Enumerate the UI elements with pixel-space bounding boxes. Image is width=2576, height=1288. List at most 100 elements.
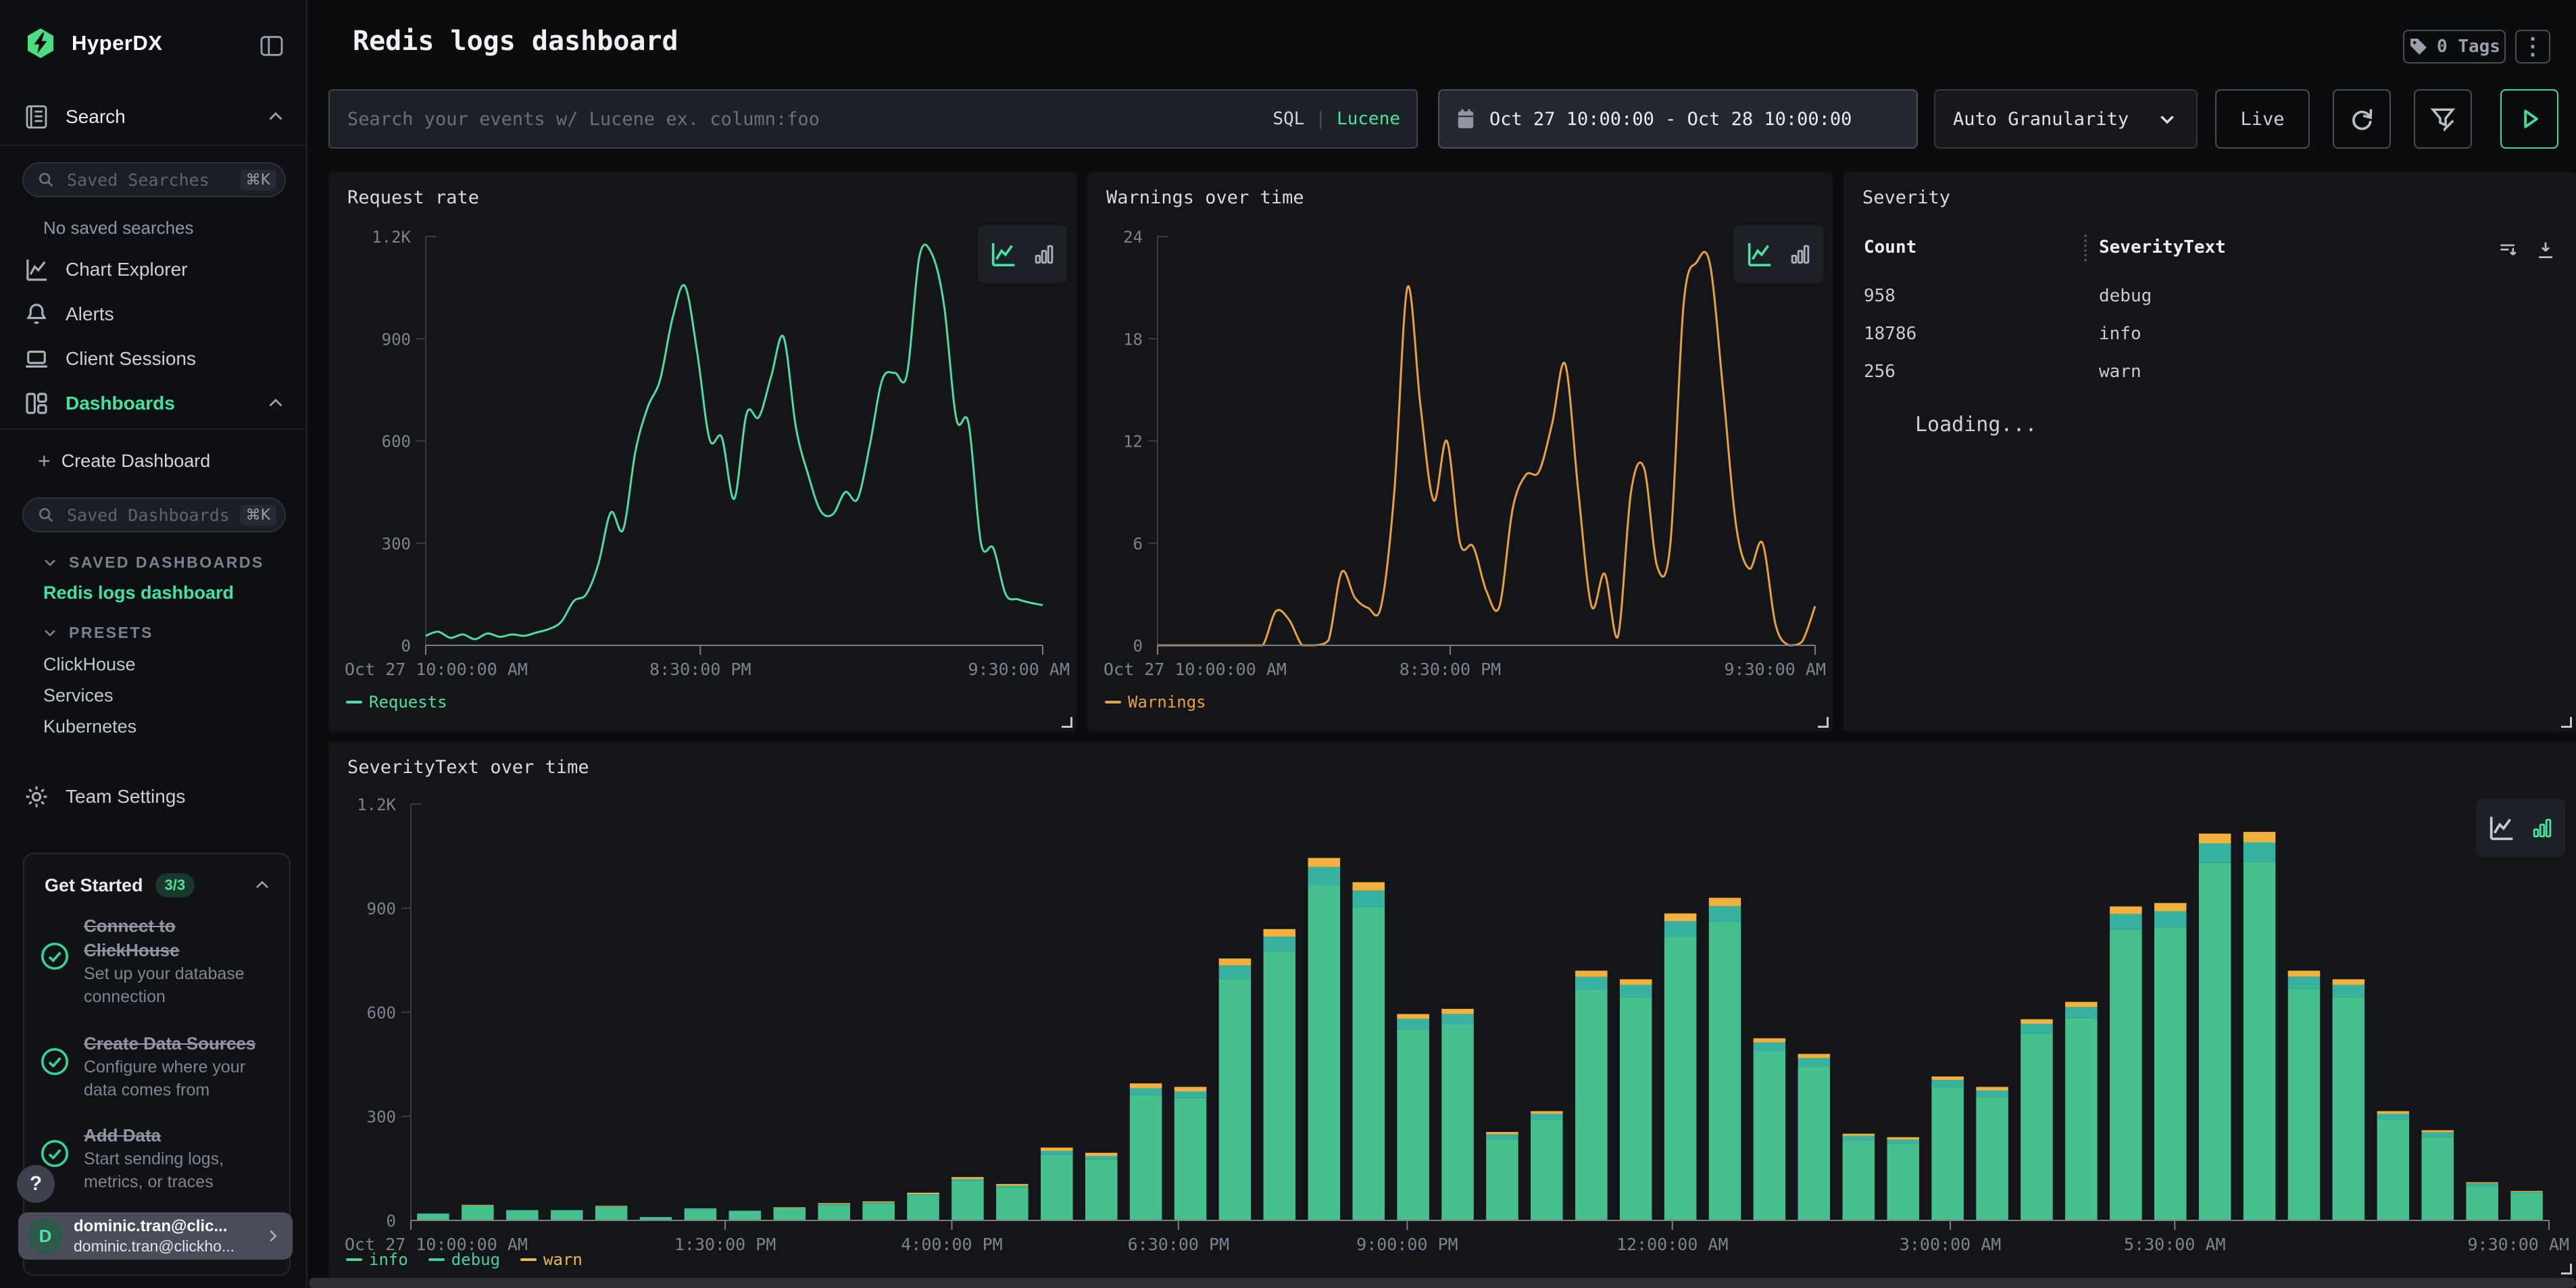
- toggle-divider: |: [1315, 109, 1326, 129]
- resize-handle[interactable]: [1062, 717, 1072, 728]
- table-row[interactable]: info: [2099, 324, 2141, 344]
- app-root: HyperDX Search ⌘K No saved searches: [0, 0, 2576, 1288]
- dashboards-icon: [22, 389, 51, 418]
- sidebar-item-chart-explorer[interactable]: Chart Explorer: [22, 255, 287, 284]
- sidebar-item-clickhouse[interactable]: ClickHouse: [43, 654, 136, 675]
- svg-text:6:30:00 PM: 6:30:00 PM: [1128, 1235, 1230, 1254]
- saved-searches-input[interactable]: ⌘K: [22, 162, 286, 197]
- svg-text:9:30:00 AM: 9:30:00 AM: [2467, 1235, 2569, 1254]
- request-rate-chart[interactable]: 03006009001.2KOct 27 10:00:00 AM8:30:00 …: [328, 172, 1076, 732]
- svg-text:5:30:00 AM: 5:30:00 AM: [2124, 1235, 2226, 1254]
- horizontal-scrollbar[interactable]: [309, 1278, 2576, 1288]
- sidebar-divider: [0, 428, 306, 430]
- column-resize-handle[interactable]: [2084, 234, 2087, 262]
- lucene-toggle[interactable]: Lucene: [1337, 109, 1400, 129]
- user-menu[interactable]: D dominic.tran@clic... dominic.tran@clic…: [18, 1212, 293, 1260]
- filter-edit-button[interactable]: [2414, 89, 2472, 149]
- chart-type-toggle: [978, 225, 1067, 283]
- bar-chart-icon[interactable]: [2529, 815, 2555, 841]
- resize-handle[interactable]: [2561, 1264, 2572, 1274]
- get-started-item-sources[interactable]: Create Data Sources Configure where your…: [39, 1031, 258, 1101]
- svg-text:8:30:00 PM: 8:30:00 PM: [649, 660, 751, 679]
- download-icon[interactable]: [2534, 239, 2557, 262]
- table-actions: [2496, 239, 2557, 262]
- tags-button[interactable]: 0 Tags: [2403, 30, 2506, 64]
- line-chart-icon[interactable]: [988, 239, 1019, 270]
- refresh-icon: [2347, 104, 2377, 134]
- sidebar-item-dashboards[interactable]: Dashboards: [22, 389, 287, 418]
- column-header-severitytext[interactable]: SeverityText: [2099, 237, 2226, 257]
- event-search-input[interactable]: [346, 108, 1272, 130]
- line-chart-icon[interactable]: [2486, 812, 2517, 843]
- kebab-icon: ⋮: [2521, 33, 2544, 60]
- svg-text:0: 0: [387, 1212, 396, 1231]
- granularity-select[interactable]: Auto Granularity: [1934, 89, 2198, 149]
- check-circle-icon: [39, 1046, 70, 1101]
- bar-chart-icon[interactable]: [1031, 241, 1057, 267]
- calendar-icon: [1456, 107, 1476, 130]
- svg-text:8:30:00 PM: 8:30:00 PM: [1400, 660, 1502, 679]
- line-chart-icon[interactable]: [1744, 239, 1775, 270]
- svg-text:4:00:00 PM: 4:00:00 PM: [901, 1235, 1003, 1254]
- legend-warnings[interactable]: Warnings: [1105, 693, 1206, 712]
- sidebar-item-redis-logs-dashboard[interactable]: Redis logs dashboard: [43, 583, 234, 603]
- sidebar-item-team-settings[interactable]: Team Settings: [22, 783, 287, 811]
- chart-explorer-icon: [22, 255, 51, 284]
- warnings-chart[interactable]: 06121824Oct 27 10:00:00 AM8:30:00 PM9:30…: [1087, 172, 1833, 732]
- presets-header[interactable]: PRESETS: [41, 623, 153, 642]
- table-row[interactable]: 18786: [1864, 324, 1916, 344]
- saved-searches-field[interactable]: [66, 170, 230, 191]
- legend-requests[interactable]: Requests: [346, 693, 447, 712]
- table-row[interactable]: debug: [2099, 286, 2152, 306]
- user-email: dominic.tran@clickho...: [74, 1237, 252, 1256]
- saved-dashboards-input[interactable]: ⌘K: [22, 497, 286, 532]
- get-started-item-connect[interactable]: Connect to ClickHouse Set up your databa…: [39, 914, 258, 1008]
- sidebar-item-client-sessions[interactable]: Client Sessions: [22, 345, 287, 373]
- refresh-button[interactable]: [2333, 89, 2391, 149]
- play-icon: [2516, 105, 2543, 132]
- table-row[interactable]: 256: [1864, 362, 1896, 382]
- brand[interactable]: HyperDX: [24, 27, 162, 59]
- table-row[interactable]: 958: [1864, 286, 1896, 306]
- chevron-up-icon: [251, 874, 273, 896]
- bar-chart-icon[interactable]: [1787, 241, 1813, 267]
- legend-warn[interactable]: warn: [520, 1250, 583, 1269]
- request-rate-card: Request rate 03006009001.2KOct 27 10:00:…: [328, 172, 1076, 732]
- sidebar-collapse-button[interactable]: [258, 32, 285, 59]
- chevron-right-icon: [263, 1226, 283, 1246]
- legend-info[interactable]: info: [346, 1250, 408, 1269]
- search-section-icon: [22, 103, 51, 131]
- get-started-header[interactable]: Get Started 3/3: [45, 873, 273, 897]
- no-saved-searches-text: No saved searches: [43, 218, 194, 239]
- resize-handle[interactable]: [1818, 717, 1829, 728]
- severity-card: Severity Count SeverityText 958 debug 18…: [1843, 172, 2576, 732]
- search-icon: [36, 170, 56, 190]
- table-row[interactable]: warn: [2099, 362, 2141, 382]
- get-started-item-add-data[interactable]: Add Data Start sending logs, metrics, or…: [39, 1123, 258, 1193]
- chevron-down-icon: [41, 553, 59, 572]
- sidebar-item-services[interactable]: Services: [43, 685, 114, 706]
- run-query-button[interactable]: [2500, 89, 2558, 149]
- legend-debug[interactable]: debug: [428, 1250, 500, 1269]
- get-started-badge: 3/3: [155, 873, 195, 897]
- resize-handle[interactable]: [2561, 717, 2572, 728]
- live-button[interactable]: Live: [2215, 89, 2310, 149]
- column-header-count[interactable]: Count: [1864, 237, 1916, 257]
- saved-dashboards-header[interactable]: SAVED DASHBOARDS: [41, 553, 264, 572]
- saved-dashboards-field[interactable]: [66, 505, 230, 526]
- help-button[interactable]: ?: [17, 1165, 55, 1203]
- panel-title: Severity: [1862, 187, 1950, 208]
- sql-toggle[interactable]: SQL: [1272, 109, 1304, 129]
- sidebar-item-kubernetes[interactable]: Kubernetes: [43, 716, 137, 737]
- dashboard-menu-button[interactable]: ⋮: [2515, 30, 2550, 64]
- sidebar-section-search[interactable]: Search: [22, 103, 287, 131]
- severitytext-chart[interactable]: 03006009001.2KOct 27 10:00:00 AM1:30:00 …: [328, 742, 2576, 1279]
- create-dashboard-button[interactable]: + Create Dashboard: [38, 450, 210, 472]
- svg-text:Oct 27 10:00:00 AM: Oct 27 10:00:00 AM: [345, 660, 528, 679]
- svg-text:12: 12: [1123, 432, 1143, 451]
- svg-text:300: 300: [367, 1108, 396, 1126]
- sort-rows-icon[interactable]: [2496, 239, 2519, 262]
- chart-type-toggle: [1734, 225, 1823, 283]
- sidebar-item-alerts[interactable]: Alerts: [22, 300, 287, 328]
- date-range-picker[interactable]: Oct 27 10:00:00 - Oct 28 10:00:00: [1438, 89, 1918, 149]
